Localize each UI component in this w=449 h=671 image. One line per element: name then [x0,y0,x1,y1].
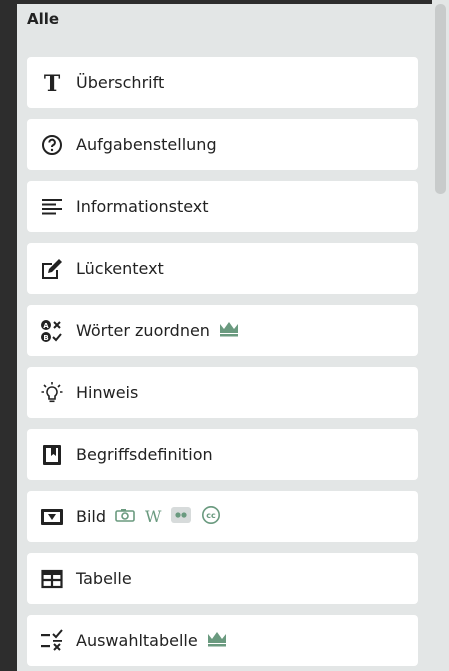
block-item-lueckentext[interactable]: Lückentext [27,243,418,294]
lightbulb-icon [39,380,65,406]
block-item-informationstext[interactable]: Informationstext [27,181,418,232]
bookmark-book-icon [39,442,65,468]
content-blocks-panel: Alle T Überschrift Aufgabenstellung Info… [17,4,448,671]
svg-text:cc: cc [207,511,217,520]
crown-icon [207,631,227,651]
block-item-ueberschrift[interactable]: T Überschrift [27,57,418,108]
block-label: Hinweis [76,383,139,402]
block-label: Auswahltabelle [76,631,198,650]
image-icon [39,504,65,530]
camera-icon [115,507,135,526]
choice-table-icon [39,628,65,654]
block-item-tabelle[interactable]: Tabelle [27,553,418,604]
block-label: Wörter zuordnen [76,321,210,340]
heading-icon: T [39,70,65,96]
block-item-aufgabenstellung[interactable]: Aufgabenstellung [27,119,418,170]
creative-commons-icon: cc [201,505,221,529]
block-item-begriffsdefinition[interactable]: Begriffsdefinition [27,429,418,480]
table-icon [39,566,65,592]
block-list: T Überschrift Aufgabenstellung Informati… [27,57,418,671]
block-label: Tabelle [76,569,132,588]
block-item-hinweis[interactable]: Hinweis [27,367,418,418]
block-item-auswahltabelle[interactable]: Auswahltabelle [27,615,418,666]
block-label: Bild [76,507,107,526]
section-heading: Alle [27,10,60,28]
block-label: Lückentext [76,259,164,278]
edit-box-icon [39,256,65,282]
block-item-bild[interactable]: Bild W cc [27,491,418,542]
svg-text:A: A [43,322,49,330]
flickr-icon [171,506,192,527]
match-words-icon: AB [39,318,65,344]
crown-icon [219,321,239,341]
wikipedia-icon: W [145,507,162,526]
block-item-woerter-zuordnen[interactable]: AB Wörter zuordnen [27,305,418,356]
block-label: Überschrift [76,73,165,92]
block-label: Begriffsdefinition [76,445,213,464]
question-circle-icon [39,132,65,158]
text-lines-icon [39,194,65,220]
svg-text:T: T [44,71,61,95]
scrollbar-thumb[interactable] [435,4,446,194]
block-label: Aufgabenstellung [76,135,217,154]
block-label: Informationstext [76,197,209,216]
svg-text:B: B [43,334,48,342]
